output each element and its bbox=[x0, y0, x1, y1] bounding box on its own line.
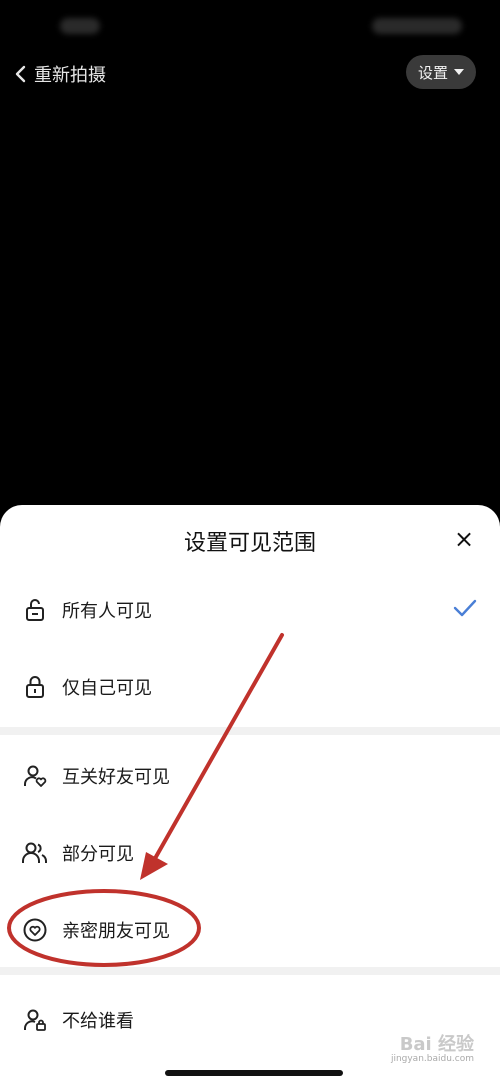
status-time bbox=[60, 18, 100, 34]
status-indicators bbox=[372, 18, 462, 34]
home-indicator bbox=[165, 1070, 343, 1076]
close-icon: × bbox=[453, 525, 475, 553]
person-heart-icon bbox=[20, 761, 50, 791]
option-label: 部分可见 bbox=[62, 844, 134, 865]
close-button[interactable]: × bbox=[450, 525, 478, 553]
status-bar bbox=[0, 0, 500, 50]
top-bar: 重新拍摄 设置 bbox=[0, 55, 500, 95]
watermark-brand: Bai 经验 bbox=[399, 1034, 474, 1055]
sheet-title: 设置可见范围 bbox=[183, 531, 316, 556]
watermark: Bai 经验 jingyan.baidu.com bbox=[391, 1030, 474, 1064]
option-everyone[interactable]: 所有人可见 bbox=[0, 575, 500, 645]
section-divider bbox=[0, 727, 500, 735]
person-lock-icon bbox=[20, 1005, 50, 1035]
lock-open-icon bbox=[20, 595, 50, 625]
back-label: 重新拍摄 bbox=[34, 65, 106, 86]
people-icon bbox=[20, 838, 50, 868]
heart-circle-icon bbox=[20, 915, 50, 945]
option-only-me[interactable]: 仅自己可见 bbox=[0, 652, 500, 722]
settings-label: 设置 bbox=[417, 63, 448, 82]
option-label: 互关好友可见 bbox=[62, 767, 170, 788]
check-icon bbox=[452, 598, 478, 622]
option-label: 不给谁看 bbox=[62, 1011, 134, 1032]
visibility-sheet: 设置可见范围 × 所有人可见 仅自己可见 互关好友可见 部分可见 亲密朋友可见 … bbox=[0, 505, 500, 1084]
back-button[interactable]: 重新拍摄 bbox=[14, 57, 106, 91]
option-label: 所有人可见 bbox=[62, 601, 152, 622]
section-divider bbox=[0, 967, 500, 975]
watermark-url: jingyan.baidu.com bbox=[390, 1054, 474, 1064]
option-label: 仅自己可见 bbox=[62, 678, 152, 699]
chevron-left-icon bbox=[15, 65, 26, 83]
caret-down-icon bbox=[454, 69, 464, 75]
option-label: 亲密朋友可见 bbox=[62, 921, 170, 942]
settings-dropdown-button[interactable]: 设置 bbox=[405, 55, 476, 89]
lock-icon bbox=[20, 672, 50, 702]
option-partial[interactable]: 部分可见 bbox=[0, 818, 500, 888]
option-mutual-friends[interactable]: 互关好友可见 bbox=[0, 741, 500, 811]
option-close-friends[interactable]: 亲密朋友可见 bbox=[0, 895, 500, 965]
